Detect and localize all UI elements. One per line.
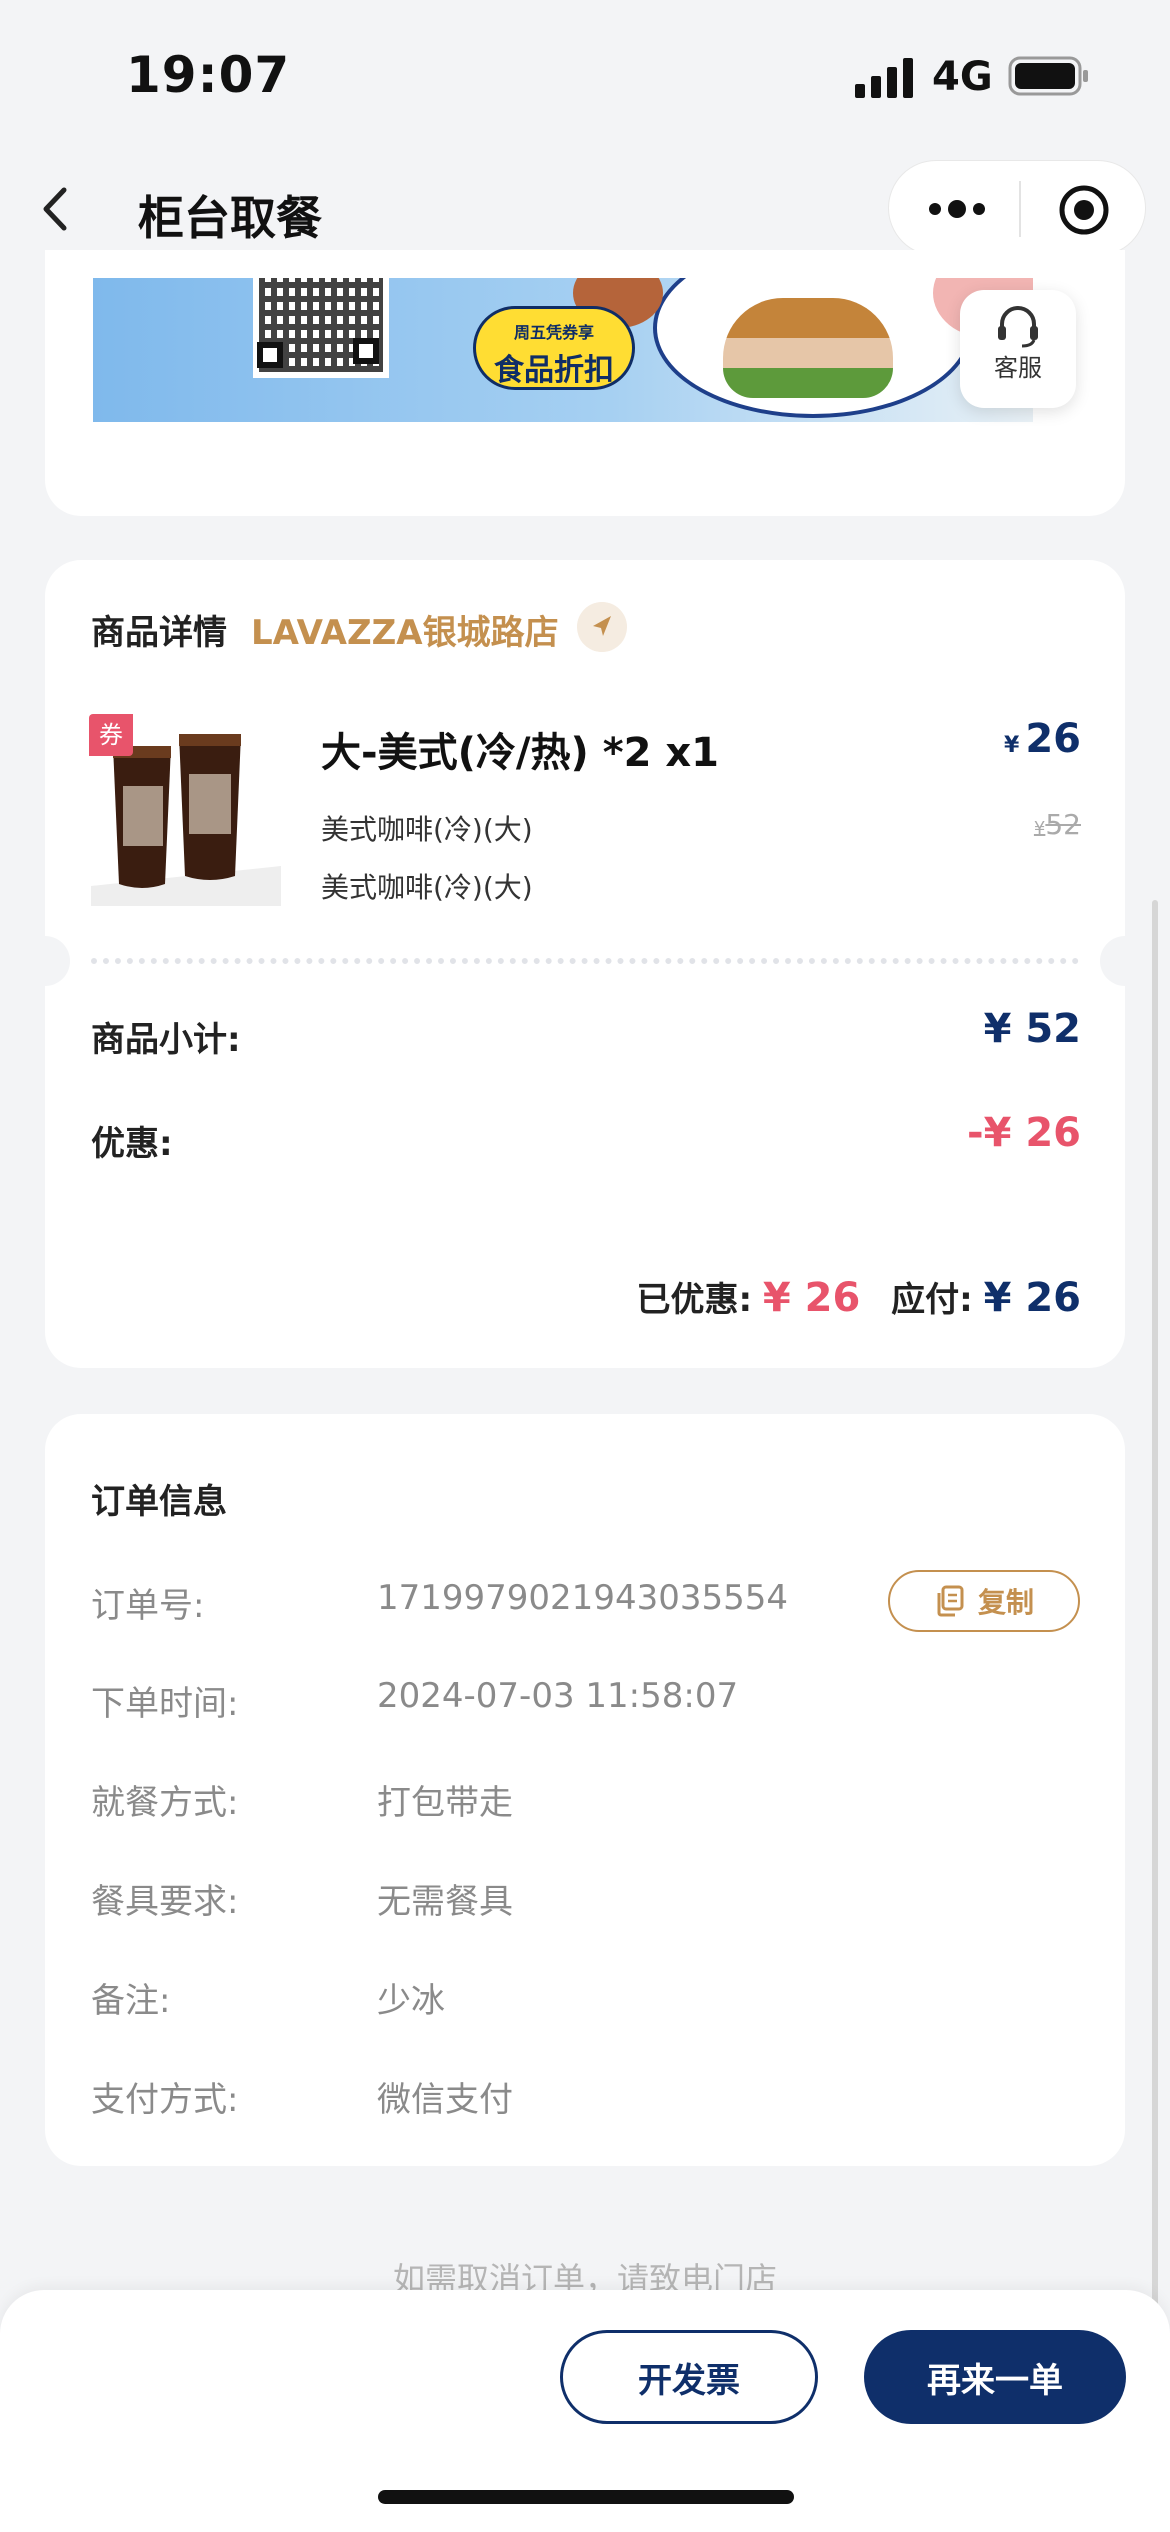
- page-title: 柜台取餐: [138, 191, 322, 245]
- coupon-tag: 券: [89, 714, 133, 756]
- product-price: ¥26: [1004, 716, 1081, 762]
- promo-badge: 周五凭券享 食品折扣: [473, 306, 635, 390]
- info-label-order-time: 下单时间:: [91, 1684, 239, 1724]
- target-icon[interactable]: [1057, 183, 1111, 237]
- order-time: 2024-07-03 11:58:07: [377, 1676, 739, 1716]
- dotted-divider: [91, 958, 1079, 964]
- qr-code: [253, 278, 389, 378]
- info-label-payment-method: 支付方式:: [91, 2080, 239, 2120]
- subtotal-value: ¥ 52: [983, 1006, 1081, 1052]
- discount-label: 优惠:: [91, 1124, 173, 1164]
- currency-symbol: ¥: [1033, 818, 1046, 839]
- divider-notch: [20, 936, 70, 986]
- dining-mode: 打包带走: [377, 1783, 513, 1823]
- status-bar: 19:07 4G: [0, 0, 1170, 150]
- discount-value: -¥ 26: [966, 1110, 1081, 1156]
- scrollbar[interactable]: [1152, 900, 1158, 2330]
- info-label-order-number: 订单号:: [91, 1586, 205, 1626]
- order-info-card: 订单信息 订单号: 1719979021943035554 复制 下单时间: 2…: [45, 1414, 1125, 2166]
- original-price-value: 52: [1045, 808, 1081, 841]
- signal-icon: [855, 58, 913, 98]
- order-remark: 少冰: [377, 1981, 445, 2021]
- utensils-requirement: 无需餐具: [377, 1882, 513, 1922]
- product-details-card: 商品详情 LAVAZZA银城路店 券 大-美式(冷/热) *2 x1 ¥26 美…: [20, 560, 1150, 1368]
- product-spec: 美式咖啡(冷)(大): [321, 871, 533, 904]
- promo-banner[interactable]: 周五凭券享 食品折扣: [93, 278, 1033, 422]
- back-icon[interactable]: [36, 180, 76, 238]
- info-label-dining-mode: 就餐方式:: [91, 1783, 239, 1823]
- subtotal-label: 商品小计:: [91, 1020, 241, 1060]
- more-icon[interactable]: [925, 189, 989, 229]
- capsule-divider: [1019, 181, 1021, 237]
- product-section-title: 商品详情: [91, 613, 227, 653]
- store-name[interactable]: LAVAZZA银城路店: [251, 605, 559, 654]
- payable-value: ¥ 26: [983, 1275, 1081, 1321]
- order-info-title: 订单信息: [91, 1482, 227, 1522]
- payment-method: 微信支付: [377, 2080, 513, 2120]
- info-label-utensils: 餐具要求:: [91, 1882, 239, 1922]
- miniprogram-capsule: [888, 160, 1146, 256]
- info-label-remark: 备注:: [91, 1981, 171, 2021]
- saved-value: ¥ 26: [762, 1275, 861, 1321]
- copy-button[interactable]: 复制: [888, 1570, 1080, 1632]
- product-spec: 美式咖啡(冷)(大): [321, 813, 533, 846]
- sandwich-image: [723, 298, 893, 398]
- saved-label: 已优惠:: [636, 1280, 753, 1320]
- original-price: ¥52: [1034, 808, 1081, 841]
- copy-button-label: 复制: [977, 1586, 1034, 1619]
- price-value: 26: [1025, 716, 1081, 762]
- reorder-button[interactable]: 再来一单: [864, 2330, 1126, 2424]
- customer-service-button[interactable]: 客服: [960, 290, 1076, 408]
- invoice-button[interactable]: 开发票: [560, 2330, 818, 2424]
- divider-notch: [1100, 936, 1150, 986]
- promo-small-text: 周五凭券享: [513, 323, 594, 342]
- promo-big-text: 食品折扣: [494, 353, 614, 388]
- order-number: 1719979021943035554: [377, 1578, 789, 1618]
- currency-symbol: ¥: [1004, 733, 1020, 758]
- status-time: 19:07: [126, 46, 291, 104]
- battery-icon: [1008, 56, 1088, 96]
- customer-service-label: 客服: [994, 354, 1042, 382]
- payment-summary: 已优惠: ¥ 26 应付: ¥ 26: [637, 1272, 1082, 1321]
- product-name: 大-美式(冷/热) *2 x1: [321, 730, 720, 776]
- payable-label: 应付:: [891, 1280, 973, 1320]
- location-arrow-icon[interactable]: [577, 602, 627, 652]
- network-label: 4G: [932, 54, 993, 100]
- copy-icon: [937, 1585, 964, 1617]
- headset-icon: [998, 306, 1038, 348]
- home-indicator: [378, 2490, 794, 2504]
